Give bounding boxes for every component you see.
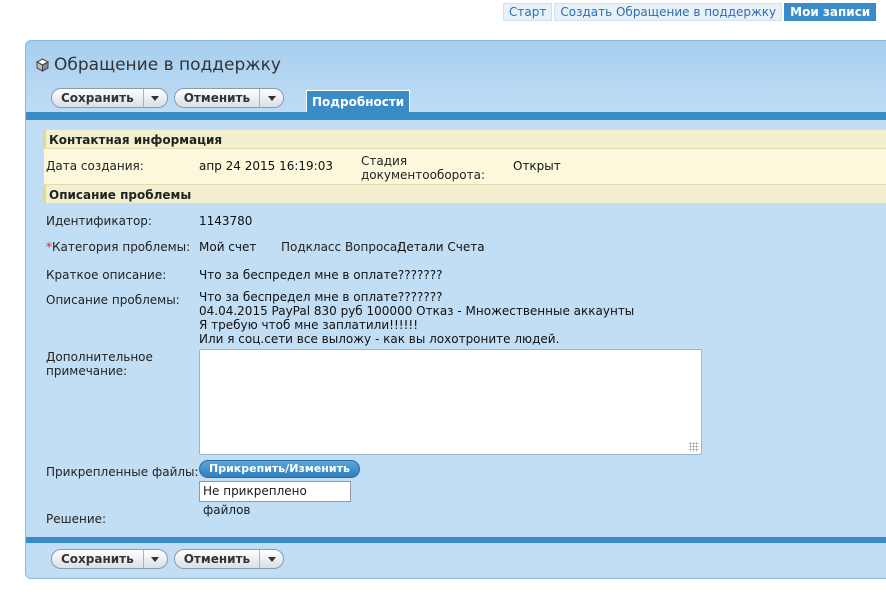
tab-details[interactable]: Подробности — [306, 90, 411, 112]
id-label: Идентификатор: — [46, 214, 152, 228]
additional-note-textarea[interactable] — [199, 349, 702, 455]
save-button-label: Сохранить — [61, 552, 134, 566]
short-description-label: Краткое описание: — [46, 268, 167, 282]
stage-value: Открыт — [513, 159, 561, 173]
resize-grip-icon[interactable] — [689, 442, 699, 452]
cancel-dropdown-bottom[interactable] — [259, 550, 283, 568]
save-button-label: Сохранить — [61, 91, 134, 105]
bottom-toolbar: Сохранить Отменить — [51, 549, 290, 569]
description-line: Или я соц.сети все выложу - как вы лохот… — [199, 332, 560, 346]
cancel-dropdown[interactable] — [259, 89, 283, 107]
cancel-button-label: Отменить — [183, 91, 251, 105]
chevron-down-icon — [267, 95, 276, 101]
support-request-panel: Обращение в поддержку Сохранить Отменить… — [25, 40, 886, 579]
nav-start-link[interactable]: Старт — [503, 3, 553, 21]
category-label: *Категория проблемы: — [46, 240, 190, 254]
attached-files-list: Не прикреплено файлов — [199, 481, 351, 517]
save-button[interactable]: Сохранить — [51, 88, 168, 108]
solution-label: Решение: — [46, 512, 107, 526]
problem-description-value: Что за беспредел мне в оплате??????? 04.… — [199, 290, 634, 346]
page-title: Обращение в поддержку — [54, 55, 281, 75]
cancel-button-label: Отменить — [183, 552, 251, 566]
bottom-bar-divider — [26, 537, 886, 543]
chevron-down-icon — [267, 556, 276, 562]
created-date-label: Дата создания: — [46, 159, 144, 173]
contact-section-heading: Контактная информация — [43, 129, 886, 149]
short-description-value: Что за беспредел мне в оплате??????? — [199, 268, 443, 282]
nav-my-records-link[interactable]: Мои записи — [784, 3, 877, 21]
additional-note-label-line-1: Дополнительное — [46, 350, 153, 364]
top-toolbar: Сохранить Отменить — [51, 88, 290, 108]
description-line: Что за беспредел мне в оплате??????? — [199, 290, 443, 304]
id-value: 1143780 — [199, 214, 253, 228]
category-value: Мой счет — [199, 240, 257, 254]
nav-create-request-link[interactable]: Создать Обращение в поддержку — [554, 3, 783, 21]
stage-label: Стадия документооборота: — [361, 154, 485, 182]
tab-bar-divider — [26, 112, 886, 120]
subclass-value: Детали Счета — [397, 240, 485, 254]
chevron-down-icon — [151, 556, 160, 562]
additional-note-label: Дополнительное примечание: — [46, 350, 153, 378]
page-header: Обращение в поддержку — [36, 55, 281, 75]
description-line: 04.04.2015 PayPal 830 руб 100000 Отказ -… — [199, 304, 635, 318]
problem-description-label: Описание проблемы: — [46, 293, 180, 307]
attach-change-button[interactable]: Прикрепить/Изменить — [199, 460, 360, 478]
cancel-button-bottom[interactable]: Отменить — [173, 549, 285, 569]
cancel-button[interactable]: Отменить — [173, 88, 285, 108]
chevron-down-icon — [151, 95, 160, 101]
description-line: Я требую чтоб мне заплатили!!!!!! — [199, 318, 419, 332]
problem-section-heading: Описание проблемы — [43, 184, 886, 204]
additional-note-label-line-2: примечание: — [46, 364, 128, 378]
save-dropdown[interactable] — [142, 89, 167, 107]
category-label-text: Категория проблемы: — [52, 240, 191, 254]
stage-label-line-1: Стадия — [361, 154, 408, 168]
created-date-value: апр 24 2015 16:19:03 — [199, 159, 333, 173]
attached-files-label: Прикрепленные файлы: — [46, 465, 199, 479]
cube-icon — [36, 58, 49, 72]
top-navigation: Старт Создать Обращение в поддержку Мои … — [503, 3, 878, 21]
save-dropdown-bottom[interactable] — [142, 550, 167, 568]
stage-label-line-2: документооборота: — [361, 168, 486, 182]
subclass-label: Подкласс Вопроса: — [281, 240, 402, 254]
save-button-bottom[interactable]: Сохранить — [51, 549, 168, 569]
